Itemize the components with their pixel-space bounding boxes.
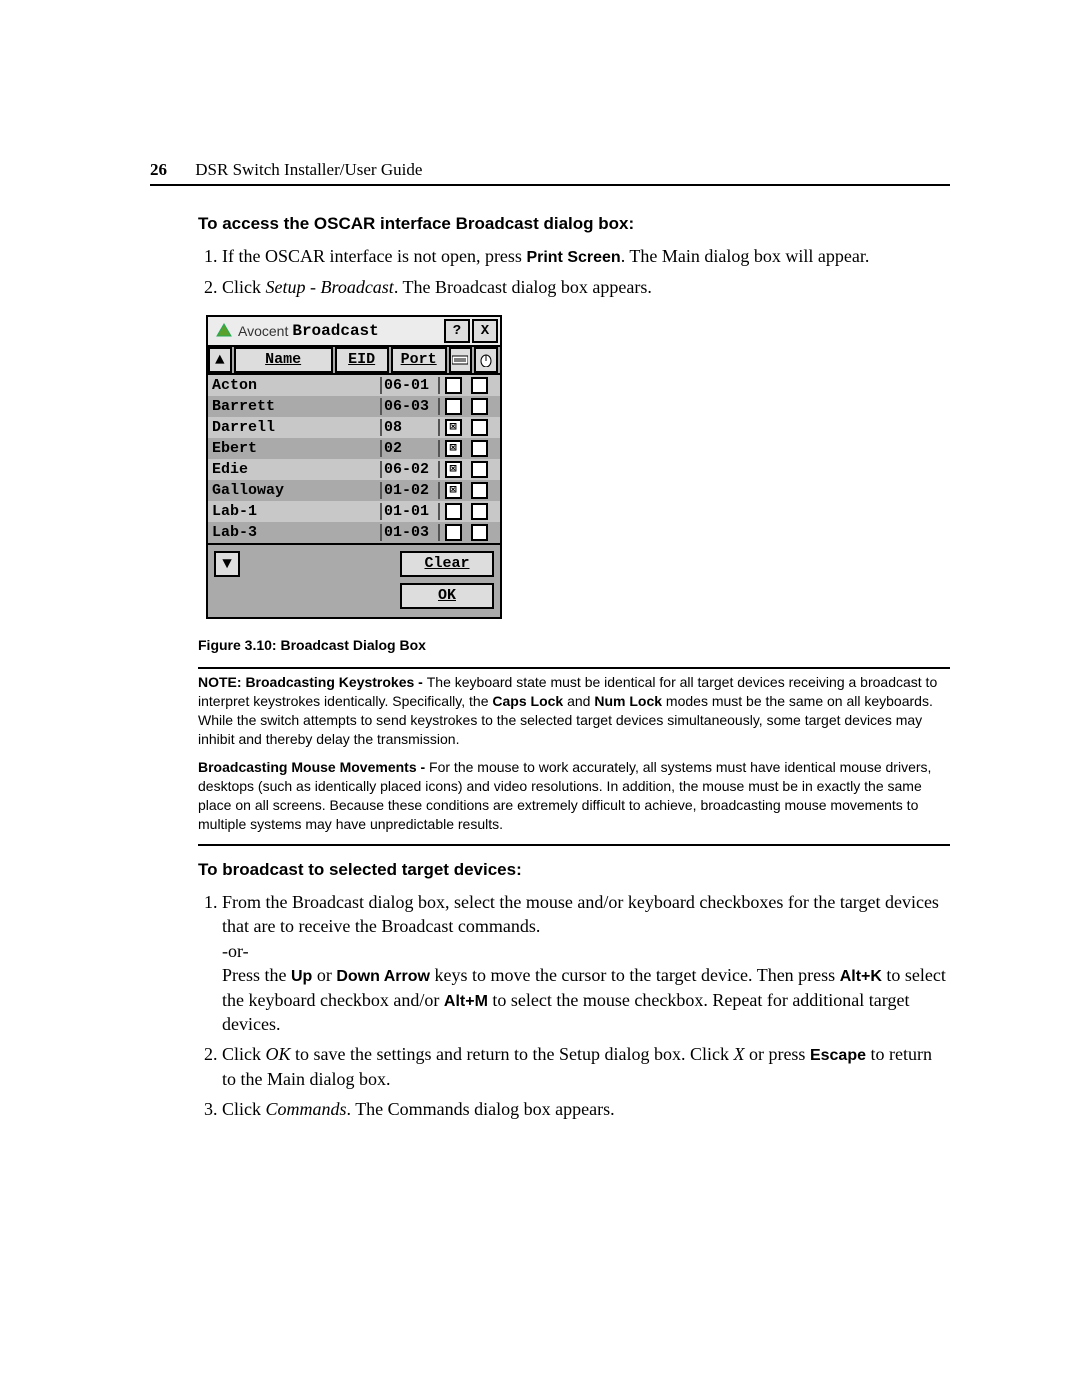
mouse-checkbox[interactable] [471, 503, 488, 520]
table-row[interactable]: Acton06-01 [208, 375, 500, 396]
mouse-checkbox[interactable] [471, 482, 488, 499]
device-name: Edie [208, 461, 382, 478]
device-name: Ebert [208, 440, 382, 457]
dialog-titlebar: Avocent Broadcast ? X [208, 317, 500, 347]
device-port: 01-02 [382, 482, 440, 499]
table-row[interactable]: Darrell08 ⊠ [208, 417, 500, 438]
table-row[interactable]: Lab-301-03 [208, 522, 500, 543]
device-port: 06-03 [382, 398, 440, 415]
broadcast-steps: From the Broadcast dialog box, select th… [198, 890, 950, 1122]
table-row[interactable]: Ebert02 ⊠ [208, 438, 500, 459]
device-port: 06-02 [382, 461, 440, 478]
dialog-footer: ▼ Clear OK [208, 543, 500, 617]
running-header: 26 DSR Switch Installer/User Guide [150, 160, 950, 180]
scroll-down-button[interactable]: ▼ [214, 551, 240, 577]
broadcast-dialog: Avocent Broadcast ? X ▲ Name EID Port [206, 315, 502, 619]
avocent-logo-icon [214, 321, 234, 341]
mouse-checkbox[interactable] [471, 524, 488, 541]
mouse-column-icon [474, 347, 498, 373]
dialog-title: Broadcast [292, 322, 378, 340]
keyboard-checkbox[interactable] [445, 524, 462, 541]
keyboard-checkbox[interactable]: ⊠ [445, 461, 462, 478]
page-number: 26 [150, 160, 167, 179]
broadcast-step-3: Click Commands. The Commands dialog box … [222, 1097, 950, 1121]
column-header-row: ▲ Name EID Port [208, 347, 500, 375]
figure-caption: Figure 3.10: Broadcast Dialog Box [198, 637, 950, 653]
mouse-checkbox[interactable] [471, 377, 488, 394]
table-row[interactable]: Galloway01-02 ⊠ [208, 480, 500, 501]
mouse-checkbox[interactable] [471, 440, 488, 457]
column-header-eid[interactable]: EID [335, 347, 389, 373]
section-heading-broadcast: To broadcast to selected target devices: [198, 860, 950, 880]
table-row[interactable]: Edie06-02 ⊠ [208, 459, 500, 480]
device-name: Acton [208, 377, 382, 394]
keyboard-checkbox[interactable] [445, 503, 462, 520]
sort-up-button[interactable]: ▲ [208, 347, 232, 373]
clear-button[interactable]: Clear [400, 551, 494, 577]
close-button[interactable]: X [472, 319, 498, 343]
mouse-checkbox[interactable] [471, 419, 488, 436]
keyboard-checkbox[interactable] [445, 377, 462, 394]
access-steps: If the OSCAR interface is not open, pres… [198, 244, 950, 299]
access-step-1: If the OSCAR interface is not open, pres… [222, 244, 950, 269]
device-port: 06-01 [382, 377, 440, 394]
brand-label: Avocent [238, 323, 288, 339]
column-header-port[interactable]: Port [391, 347, 447, 373]
note-bottom-rule [198, 844, 950, 846]
access-step-2: Click Setup - Broadcast. The Broadcast d… [222, 275, 950, 299]
mouse-checkbox[interactable] [471, 461, 488, 478]
device-list: Acton06-01Barrett06-03Darrell08⊠Ebert02⊠… [208, 375, 500, 543]
keyboard-column-icon [449, 347, 473, 373]
note-top-rule [198, 667, 950, 669]
device-name: Lab-3 [208, 524, 382, 541]
device-port: 02 [382, 440, 440, 457]
document-page: 26 DSR Switch Installer/User Guide To ac… [0, 0, 1080, 1397]
broadcast-step-2: Click OK to save the settings and return… [222, 1042, 950, 1091]
device-port: 01-01 [382, 503, 440, 520]
chevron-down-icon: ▼ [222, 555, 232, 573]
note-mouse: Broadcasting Mouse Movements - For the m… [198, 758, 950, 834]
keyboard-checkbox[interactable] [445, 398, 462, 415]
device-name: Darrell [208, 419, 382, 436]
keyboard-checkbox[interactable]: ⊠ [445, 419, 462, 436]
device-name: Barrett [208, 398, 382, 415]
keyboard-checkbox[interactable]: ⊠ [445, 440, 462, 457]
keyboard-checkbox[interactable]: ⊠ [445, 482, 462, 499]
chevron-up-icon: ▲ [215, 351, 225, 369]
device-name: Galloway [208, 482, 382, 499]
help-button[interactable]: ? [444, 319, 470, 343]
note-keystrokes: NOTE: Broadcasting Keystrokes - The keyb… [198, 673, 950, 749]
broadcast-step-1: From the Broadcast dialog box, select th… [222, 890, 950, 1036]
device-name: Lab-1 [208, 503, 382, 520]
guide-title: DSR Switch Installer/User Guide [195, 160, 422, 179]
column-header-name[interactable]: Name [234, 347, 333, 373]
ok-button[interactable]: OK [400, 583, 494, 609]
section-heading-access: To access the OSCAR interface Broadcast … [198, 214, 950, 234]
table-row[interactable]: Barrett06-03 [208, 396, 500, 417]
device-port: 08 [382, 419, 440, 436]
table-row[interactable]: Lab-101-01 [208, 501, 500, 522]
device-port: 01-03 [382, 524, 440, 541]
mouse-checkbox[interactable] [471, 398, 488, 415]
header-rule [150, 184, 950, 186]
